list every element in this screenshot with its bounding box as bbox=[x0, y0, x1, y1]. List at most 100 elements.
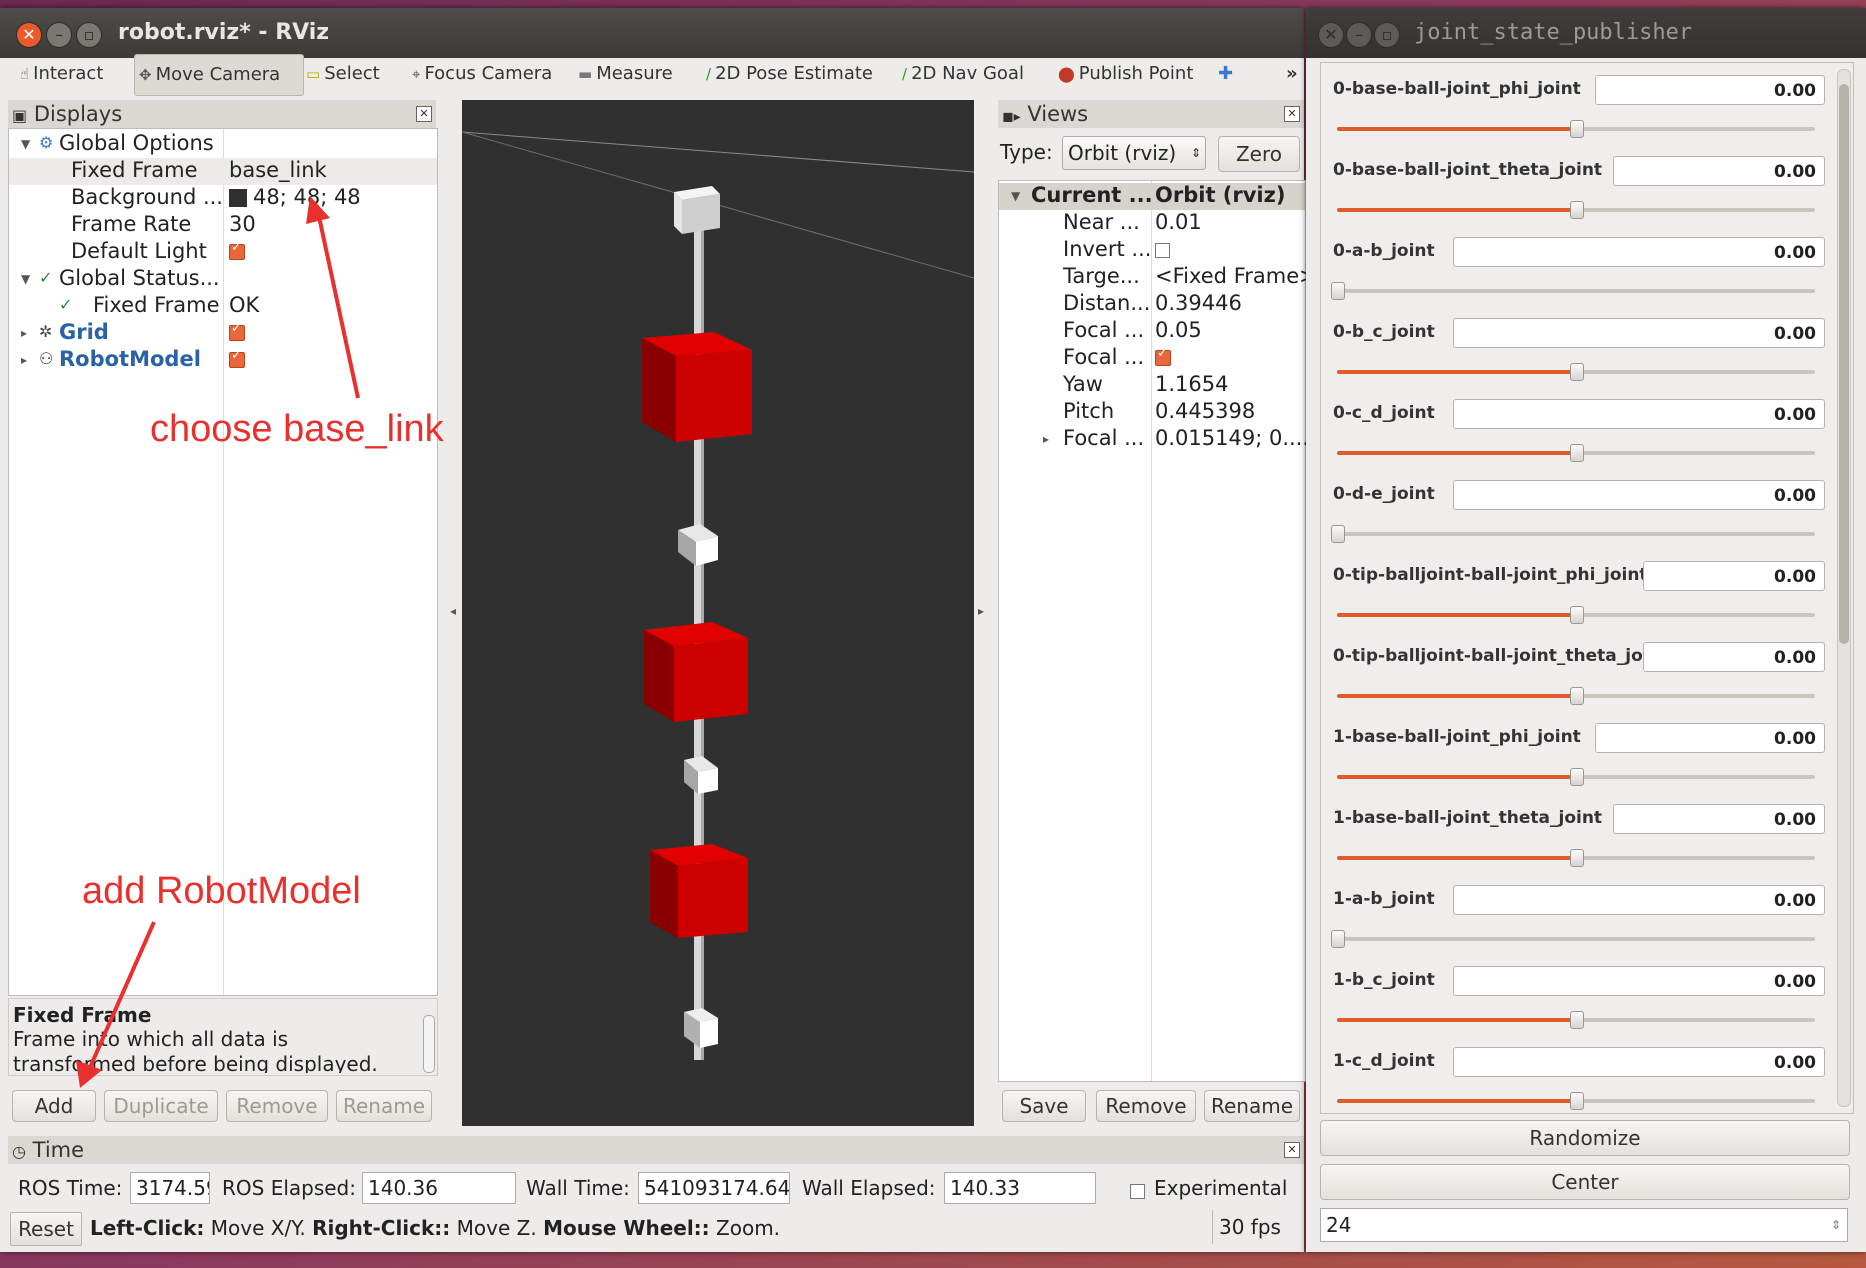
expand-triangle-icon[interactable]: ▼ bbox=[21, 137, 30, 151]
joint-slider-handle[interactable] bbox=[1331, 930, 1345, 948]
randomize-button[interactable]: Randomize bbox=[1320, 1120, 1850, 1156]
display-row[interactable]: ▼ ✓ Global Status... bbox=[9, 266, 437, 293]
joint-slider[interactable] bbox=[1331, 282, 1815, 300]
expand-triangle-icon[interactable]: ▸ bbox=[1043, 432, 1049, 446]
tool-publish-point[interactable]: ⬤ Publish Point bbox=[1058, 52, 1200, 96]
checkbox-checked-icon[interactable] bbox=[1155, 346, 1171, 366]
display-row[interactable]: Frame Rate 30 bbox=[9, 212, 437, 239]
maximize-icon[interactable]: ▫ bbox=[76, 22, 102, 48]
checkbox-checked-icon[interactable] bbox=[229, 240, 245, 260]
joint-value-field[interactable]: 0.00 bbox=[1452, 885, 1825, 915]
close-icon[interactable]: ✕ bbox=[1318, 22, 1344, 48]
displays-panel-header[interactable]: ▣ Displays ✕ bbox=[8, 100, 436, 128]
joint-value-field[interactable]: 0.00 bbox=[1452, 237, 1825, 267]
tool-2d-nav-goal[interactable]: ∕ 2D Nav Goal bbox=[902, 52, 1044, 96]
close-panel-icon[interactable]: ✕ bbox=[416, 106, 432, 122]
display-duplicate-button[interactable]: Duplicate bbox=[104, 1090, 218, 1122]
close-panel-icon[interactable]: ✕ bbox=[1284, 106, 1300, 122]
expand-triangle-icon[interactable]: ▸ bbox=[21, 326, 27, 340]
joint-slider[interactable] bbox=[1337, 120, 1815, 138]
tool-select[interactable]: ▭ Select bbox=[306, 52, 388, 96]
rviz-titlebar[interactable]: ✕ – ▫ robot.rviz* - RViz bbox=[0, 8, 1304, 58]
joint-slider-handle[interactable] bbox=[1570, 444, 1584, 462]
joint-slider[interactable] bbox=[1331, 930, 1815, 948]
joint-value-field[interactable]: 0.00 bbox=[1595, 723, 1825, 753]
expand-triangle-icon[interactable]: ▼ bbox=[21, 272, 30, 286]
joint-slider-handle[interactable] bbox=[1570, 849, 1584, 867]
joint-slider-handle[interactable] bbox=[1331, 525, 1345, 543]
tool-focus-camera[interactable]: ⌖ Focus Camera bbox=[412, 52, 562, 96]
joint-slider-handle[interactable] bbox=[1570, 363, 1584, 381]
view-save-button[interactable]: Save bbox=[1002, 1090, 1086, 1122]
checkbox-unchecked-icon[interactable] bbox=[1155, 243, 1170, 258]
joint-value-field[interactable]: 0.00 bbox=[1452, 480, 1825, 510]
joint-slider-handle[interactable] bbox=[1570, 120, 1584, 138]
view-property-row[interactable]: Distan... 0.39446 bbox=[999, 291, 1305, 318]
joint-slider-handle[interactable] bbox=[1570, 687, 1584, 705]
experimental-checkbox[interactable] bbox=[1130, 1184, 1145, 1199]
view-property-row[interactable]: Targe... <Fixed Frame> bbox=[999, 264, 1317, 291]
color-swatch-icon[interactable] bbox=[229, 189, 247, 207]
display-row[interactable]: ▸ ✲ Grid bbox=[9, 320, 437, 347]
wall-time-field[interactable]: 541093174.64 bbox=[638, 1172, 790, 1204]
collapse-right-icon[interactable]: ▸ bbox=[978, 604, 984, 618]
joint-slider-handle[interactable] bbox=[1570, 606, 1584, 624]
joint-slider-handle[interactable] bbox=[1570, 1011, 1584, 1029]
joint-value-field[interactable]: 0.00 bbox=[1595, 75, 1825, 105]
time-panel-header[interactable]: ◷ Time ✕ bbox=[8, 1136, 1304, 1164]
collapse-left-icon[interactable]: ◂ bbox=[450, 604, 456, 618]
toolbar-overflow-icon[interactable]: » bbox=[1286, 52, 1298, 96]
display-row[interactable]: ▸ ⚇ RobotModel bbox=[9, 347, 437, 374]
minimize-icon[interactable]: – bbox=[1346, 22, 1372, 48]
jsp-scrollbar-thumb[interactable] bbox=[1839, 84, 1849, 644]
joint-value-field[interactable]: 0.00 bbox=[1452, 318, 1825, 348]
display-row[interactable]: Fixed Frame base_link bbox=[9, 158, 437, 185]
joint-value-field[interactable]: 0.00 bbox=[1643, 642, 1825, 672]
reset-button[interactable]: Reset bbox=[10, 1212, 82, 1246]
expand-triangle-icon[interactable]: ▼ bbox=[1011, 189, 1020, 203]
close-icon[interactable]: ✕ bbox=[16, 22, 42, 48]
jsp-scrollbar[interactable] bbox=[1837, 69, 1851, 1107]
joint-value-field[interactable]: 0.00 bbox=[1452, 966, 1825, 996]
joint-value-field[interactable]: 0.00 bbox=[1613, 804, 1825, 834]
count-spinbox[interactable]: 24 ⇕ bbox=[1320, 1208, 1848, 1242]
joint-slider[interactable] bbox=[1337, 1092, 1815, 1110]
spin-arrows-icon[interactable]: ⇕ bbox=[1831, 1209, 1841, 1241]
joint-slider-handle[interactable] bbox=[1570, 768, 1584, 786]
display-rename-button[interactable]: Rename bbox=[336, 1090, 432, 1122]
display-remove-button[interactable]: Remove bbox=[226, 1090, 328, 1122]
tool-move-camera[interactable]: ✥ Move Camera bbox=[134, 54, 304, 96]
joint-value-field[interactable]: 0.00 bbox=[1452, 399, 1825, 429]
joint-slider[interactable] bbox=[1337, 444, 1815, 462]
joint-slider[interactable] bbox=[1331, 525, 1815, 543]
views-type-select[interactable]: Orbit (rviz) ⇕ bbox=[1062, 136, 1206, 170]
wall-elapsed-field[interactable]: 140.33 bbox=[944, 1172, 1096, 1204]
jsp-scroll-area[interactable]: 0-base-ball-joint_phi_joint 0.00 0-base-ba… bbox=[1320, 62, 1854, 1114]
joint-slider[interactable] bbox=[1337, 606, 1815, 624]
joint-slider[interactable] bbox=[1337, 687, 1815, 705]
joint-value-field[interactable]: 0.00 bbox=[1613, 156, 1825, 186]
3d-viewport[interactable] bbox=[461, 100, 975, 1126]
ros-time-field[interactable]: 3174.59 bbox=[130, 1172, 210, 1204]
center-button[interactable]: Center bbox=[1320, 1164, 1850, 1200]
joint-slider[interactable] bbox=[1337, 363, 1815, 381]
display-row[interactable]: Default Light bbox=[9, 239, 437, 266]
display-row[interactable]: ✓ Fixed Frame OK bbox=[9, 293, 437, 320]
ros-elapsed-field[interactable]: 140.36 bbox=[362, 1172, 516, 1204]
joint-slider-handle[interactable] bbox=[1570, 1092, 1584, 1110]
checkbox-checked-icon[interactable] bbox=[229, 321, 245, 341]
joint-slider[interactable] bbox=[1337, 768, 1815, 786]
joint-slider[interactable] bbox=[1337, 1011, 1815, 1029]
view-remove-button[interactable]: Remove bbox=[1096, 1090, 1196, 1122]
zero-button[interactable]: Zero bbox=[1218, 136, 1300, 172]
display-row[interactable]: Background ... 48; 48; 48 bbox=[9, 185, 437, 212]
display-add-button[interactable]: Add bbox=[12, 1090, 96, 1122]
views-current-row[interactable]: ▼ Current ... Orbit (rviz) bbox=[999, 183, 1305, 210]
joint-slider[interactable] bbox=[1337, 201, 1815, 219]
views-panel-header[interactable]: ◼▸ Views ✕ bbox=[998, 100, 1304, 128]
tool-2d-pose-estimate[interactable]: ∕ 2D Pose Estimate bbox=[706, 52, 884, 96]
joint-slider-handle[interactable] bbox=[1570, 201, 1584, 219]
maximize-icon[interactable]: ▫ bbox=[1374, 22, 1400, 48]
jsp-titlebar[interactable]: ✕ – ▫ joint_state_publisher bbox=[1306, 8, 1866, 58]
close-panel-icon[interactable]: ✕ bbox=[1284, 1142, 1300, 1158]
